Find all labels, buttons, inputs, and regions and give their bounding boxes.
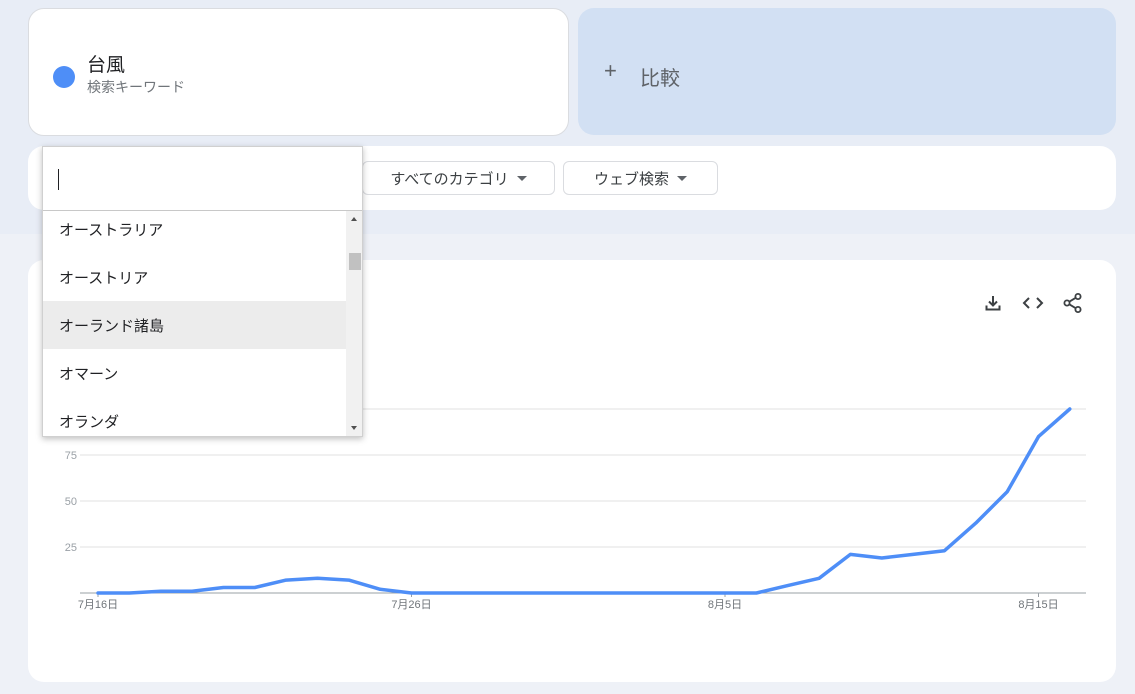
scroll-up-icon[interactable]: [351, 217, 357, 221]
region-dropdown: オーストラリア オーストリア オーランド諸島 オマーン オランダ: [42, 146, 363, 437]
term-name: 台風: [87, 55, 126, 76]
search-type-select[interactable]: ウェブ検索: [563, 161, 718, 195]
list-item[interactable]: オマーン: [43, 349, 346, 397]
dropdown-scrollbar[interactable]: [346, 211, 362, 436]
region-search-input[interactable]: [57, 165, 351, 195]
compare-button[interactable]: + 比較: [578, 8, 1116, 135]
search-type-label: ウェブ検索: [593, 170, 669, 188]
x-tick-label: 8月15日: [1018, 599, 1058, 611]
y-tick-label: 25: [65, 542, 77, 554]
category-label: すべてのカテゴリ: [390, 170, 509, 188]
term-subtitle: 検索キーワード: [87, 79, 185, 95]
y-tick-label: 75: [65, 450, 77, 462]
scroll-down-icon[interactable]: [351, 426, 357, 430]
list-item[interactable]: オーストラリア: [43, 211, 346, 253]
category-select[interactable]: すべてのカテゴリ: [362, 161, 555, 195]
scrollbar-thumb[interactable]: [349, 253, 361, 270]
list-item[interactable]: オランダ: [43, 397, 346, 436]
region-search-box: [43, 147, 362, 211]
plus-icon: +: [604, 58, 617, 83]
list-item[interactable]: オーストリア: [43, 253, 346, 301]
region-list[interactable]: オーストラリア オーストリア オーランド諸島 オマーン オランダ: [43, 211, 346, 436]
x-tick-label: 7月16日: [78, 599, 118, 611]
text-cursor: [58, 169, 59, 190]
chevron-down-icon: [516, 175, 527, 181]
list-item[interactable]: オーランド諸島: [43, 301, 346, 349]
compare-label: 比較: [640, 68, 680, 90]
search-term-card[interactable]: 台風 検索キーワード: [28, 8, 569, 136]
x-tick-label: 8月5日: [708, 599, 742, 611]
y-tick-label: 50: [65, 496, 77, 508]
x-tick-label: 7月26日: [391, 599, 431, 611]
chevron-down-icon: [677, 175, 687, 181]
term-color-dot: [53, 66, 75, 88]
